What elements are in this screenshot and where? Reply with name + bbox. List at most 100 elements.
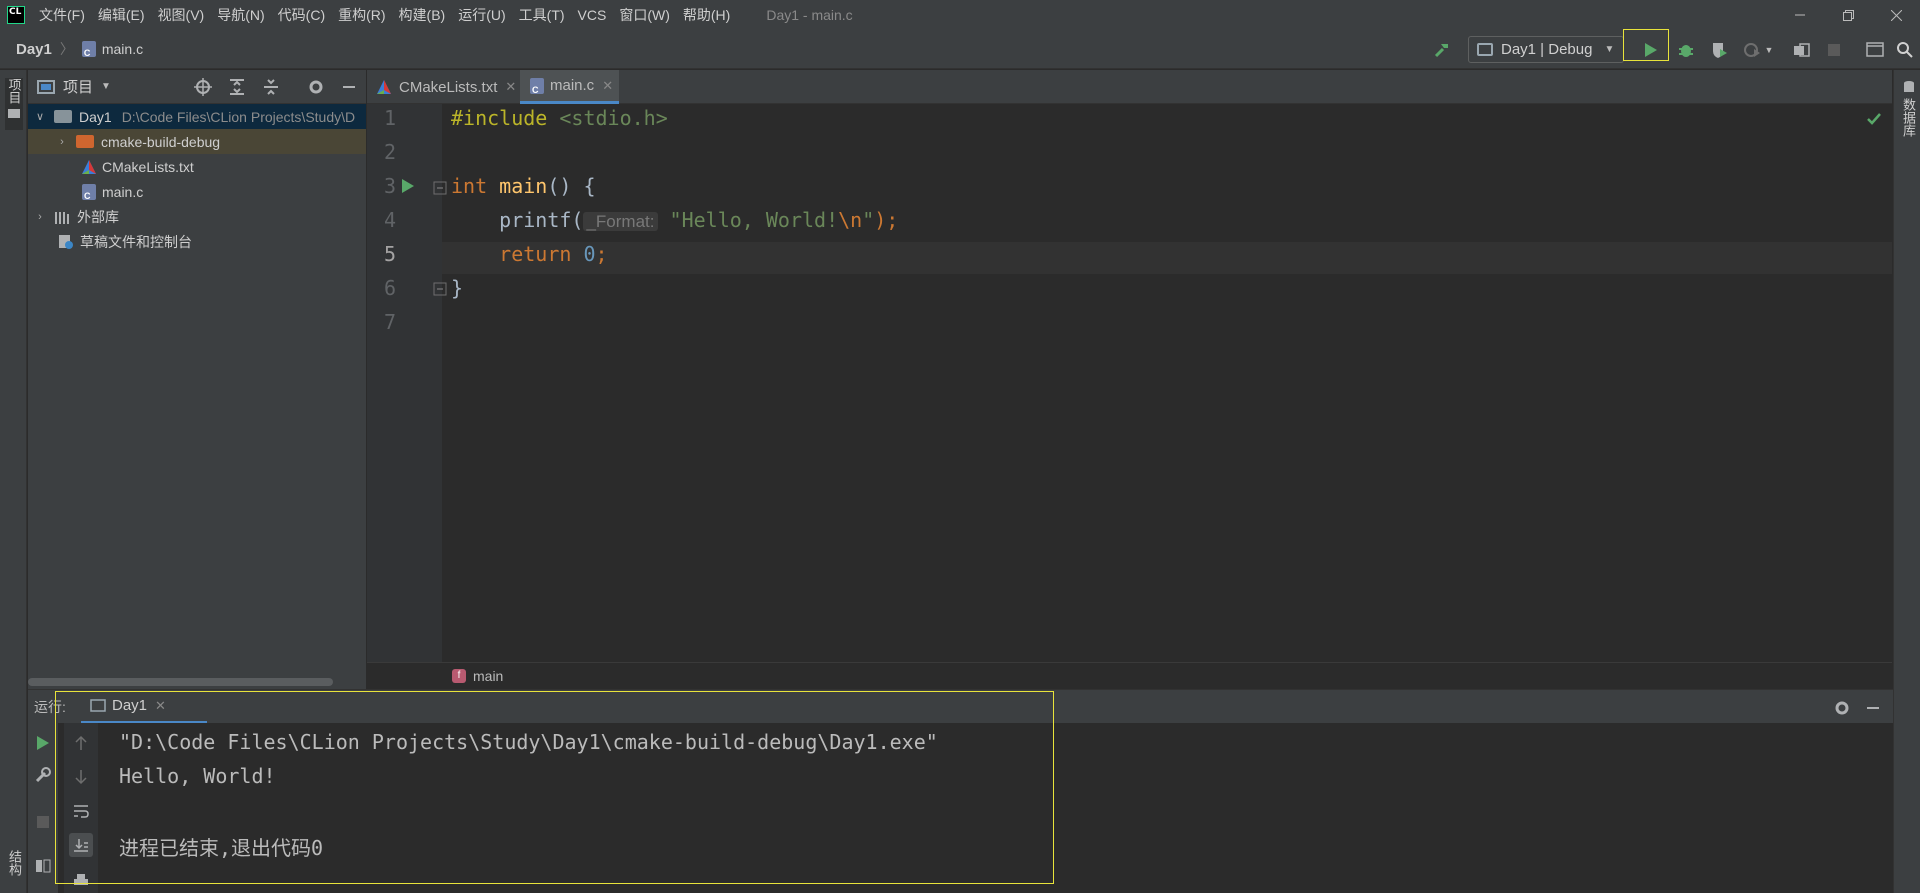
menu-help[interactable]: 帮助(H) (683, 5, 730, 25)
tab-close-icon[interactable]: ✕ (505, 79, 516, 95)
structure-tool-label: 结构 (7, 850, 22, 876)
menu-tools[interactable]: 工具(T) (519, 5, 565, 25)
tree-item-cmakelists[interactable]: CMakeLists.txt (28, 154, 366, 179)
tree-item-label: cmake-build-debug (101, 133, 221, 150)
code-line-5: return 0; (451, 242, 607, 266)
right-tool-strip: 数据库 (1893, 70, 1920, 893)
database-tool-label: 数据库 (1901, 98, 1916, 137)
tree-item-label: 外部库 (77, 208, 119, 225)
project-panel-title[interactable]: 项目 (63, 76, 93, 97)
chevron-right-icon[interactable]: › (56, 136, 68, 148)
menu-view[interactable]: 视图(V) (158, 5, 205, 25)
menu-vcs[interactable]: VCS (578, 7, 607, 23)
menu-refactor[interactable]: 重构(R) (338, 5, 385, 25)
cmake-file-icon (377, 80, 391, 94)
rerun-icon[interactable] (36, 735, 50, 754)
project-horizontal-scrollbar[interactable] (28, 678, 333, 686)
attach-process-icon[interactable] (1786, 30, 1816, 69)
window-title: Day1 - main.c (766, 7, 853, 23)
code-editor[interactable] (442, 104, 1892, 662)
project-tree: ∨ Day1 D:\Code Files\CLion Projects\Stud… (28, 104, 366, 689)
folder-icon (8, 109, 20, 118)
stop-icon[interactable] (1819, 30, 1849, 69)
wrench-icon[interactable] (35, 767, 51, 786)
minimize-icon[interactable] (1776, 0, 1824, 30)
library-icon (55, 211, 69, 224)
restore-icon[interactable] (1824, 0, 1872, 30)
menu-code[interactable]: 代码(C) (278, 5, 325, 25)
fold-icon[interactable] (433, 181, 447, 198)
parameter-hint: _Format: (583, 212, 658, 231)
view-dropdown-icon[interactable]: ▼ (101, 81, 111, 92)
code-line-3: int main() { (451, 174, 596, 198)
inspection-ok-check-icon[interactable] (1867, 112, 1881, 128)
tab-main-c[interactable]: main.c ✕ (520, 70, 619, 104)
code-line-1: #include <stdio.h> (451, 106, 668, 130)
tree-item-label: CMakeLists.txt (102, 158, 194, 175)
menu-navigate[interactable]: 导航(N) (217, 5, 264, 25)
expand-all-icon[interactable] (228, 78, 246, 99)
tab-close-icon[interactable]: ✕ (602, 78, 613, 94)
debug-bug-icon[interactable] (1671, 30, 1701, 69)
menu-run[interactable]: 运行(U) (458, 5, 505, 25)
chevron-right-icon[interactable]: › (34, 211, 46, 223)
hide-panel-icon[interactable] (1865, 699, 1881, 720)
code-token: return (499, 242, 572, 266)
more-run-options-icon[interactable]: ▼ (1761, 30, 1777, 69)
structure-tool-tab[interactable]: 结构 (5, 850, 24, 879)
line-number: 6 (383, 276, 396, 300)
layout-icon[interactable] (35, 859, 51, 876)
tree-item-label: Day1 (79, 108, 112, 125)
tab-cmakelists[interactable]: CMakeLists.txt ✕ (367, 70, 519, 104)
menu-build[interactable]: 构建(B) (399, 5, 446, 25)
c-file-icon (530, 77, 544, 95)
breadcrumb-project[interactable]: Day1 (16, 41, 52, 58)
settings-gear-icon[interactable] (1833, 699, 1851, 720)
config-icon (1477, 43, 1493, 56)
run-toolbar (28, 723, 58, 893)
settings-gear-icon[interactable] (307, 78, 325, 99)
breadcrumb-function[interactable]: main (473, 668, 503, 684)
stop-icon[interactable] (36, 815, 50, 832)
code-token: #include (451, 106, 548, 130)
current-line-highlight (442, 242, 1892, 274)
close-icon[interactable] (1872, 0, 1920, 30)
tree-item-main-c[interactable]: main.c (28, 179, 366, 204)
function-icon: f (452, 669, 466, 683)
scratches-icon (59, 234, 73, 249)
hide-panel-icon[interactable] (341, 78, 357, 99)
folder-icon (76, 135, 94, 148)
gutter-run-icon[interactable] (401, 178, 415, 197)
chevron-down-icon[interactable]: ∨ (34, 110, 46, 123)
collapse-all-icon[interactable] (262, 78, 280, 99)
run-config-select[interactable]: Day1 | Debug ▼ (1468, 36, 1624, 63)
code-token: "Hello, World! (669, 208, 839, 232)
tree-item-path: D:\Code Files\CLion Projects\Study\D (121, 108, 356, 125)
tree-item-label: main.c (102, 183, 144, 200)
coverage-icon[interactable] (1704, 30, 1734, 69)
search-icon[interactable] (1889, 30, 1919, 69)
left-tool-strip: 项目 结构 (0, 70, 27, 893)
menu-window[interactable]: 窗口(W) (619, 5, 670, 25)
locate-file-icon[interactable] (194, 78, 212, 99)
project-panel-header: 项目 ▼ (28, 70, 366, 104)
tree-item-cmake-build-debug[interactable]: › cmake-build-debug (28, 129, 366, 154)
database-tool-tab[interactable]: 数据库 (1899, 80, 1918, 137)
fold-end-icon[interactable] (433, 282, 447, 299)
tree-item-day1[interactable]: ∨ Day1 D:\Code Files\CLion Projects\Stud… (28, 104, 366, 129)
code-token: 0 (583, 242, 596, 266)
build-hammer-icon[interactable] (1427, 30, 1457, 69)
menu-file[interactable]: 文件(F) (39, 5, 85, 25)
breadcrumb-file[interactable]: main.c (81, 41, 144, 58)
menu-edit[interactable]: 编辑(E) (98, 5, 145, 25)
tree-item-external-libs[interactable]: › 外部库 (28, 204, 366, 229)
folder-icon (54, 110, 72, 123)
code-token: main (499, 174, 548, 198)
line-number: 1 (383, 106, 396, 130)
project-tool-tab[interactable]: 项目 (5, 78, 23, 130)
tree-item-scratches[interactable]: 草稿文件和控制台 (28, 229, 366, 254)
breadcrumb-file-label: main.c (101, 41, 144, 57)
code-token: \n (838, 208, 863, 232)
title-bar: CL 文件(F) 编辑(E) 视图(V) 导航(N) 代码(C) 重构(R) 构… (0, 0, 1920, 30)
terminal-icon[interactable] (1860, 30, 1890, 69)
